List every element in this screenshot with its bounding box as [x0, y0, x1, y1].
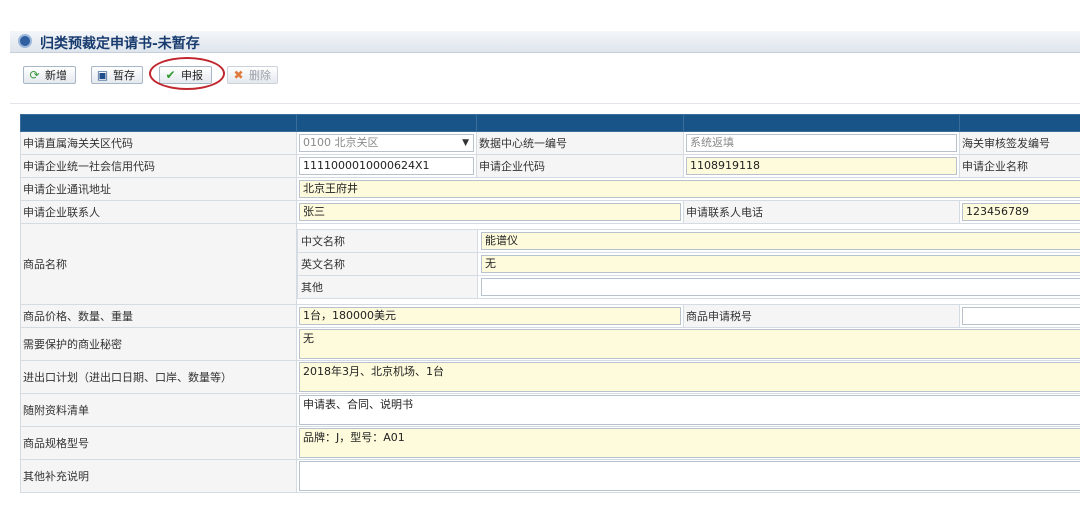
remarks-textarea[interactable]	[299, 461, 1080, 491]
window-titlebar: 归类预裁定申请书-未暂存	[10, 31, 1080, 53]
dropdown-arrow-icon: ▼	[462, 135, 469, 151]
form-row: 申请企业联系人 张三 申请联系人电话 123456789	[21, 201, 1080, 224]
refresh-icon: ⟳	[28, 69, 41, 81]
goods-en-field[interactable]: 无	[481, 255, 1080, 273]
form-header-row	[21, 115, 1080, 132]
attachments-label: 随附资料清单	[21, 394, 297, 427]
form-panel: 申请直属海关关区代码 0100 北京关区 ▼ 数据中心统一编号 系统返填 海关审…	[10, 103, 1080, 514]
model-textarea[interactable]: 品牌：J，型号：A01	[299, 428, 1080, 458]
secret-textarea[interactable]: 无	[299, 329, 1080, 359]
delete-button-label: 删除	[249, 69, 271, 82]
data-center-no-label: 数据中心统一编号	[477, 132, 684, 155]
goods-cn-label: 中文名称	[298, 230, 478, 253]
goods-other-label: 其他	[298, 276, 478, 299]
plan-textarea[interactable]: 2018年3月、北京机场、1台	[299, 362, 1080, 392]
floppy-disk-icon: ▣	[96, 69, 109, 81]
delete-button[interactable]: ✖ 删除	[227, 66, 278, 84]
data-center-no-field[interactable]: 系统返填	[686, 134, 957, 152]
model-label: 商品规格型号	[21, 427, 297, 460]
window-title: 归类预裁定申请书-未暂存	[40, 33, 200, 53]
application-form: 申请直属海关关区代码 0100 北京关区 ▼ 数据中心统一编号 系统返填 海关审…	[20, 114, 1080, 493]
attachments-textarea[interactable]: 申请表、合同、说明书	[299, 395, 1080, 425]
form-row: 商品价格、数量、重量 1台，180000美元 商品申请税号	[21, 305, 1080, 328]
credit-code-label: 申请企业统一社会信用代码	[21, 155, 297, 178]
customs-code-select[interactable]: 0100 北京关区 ▼	[299, 134, 474, 152]
form-row: 进出口计划（进出口日期、口岸、数量等） 2018年3月、北京机场、1台	[21, 361, 1080, 394]
phone-label: 申请联系人电话	[684, 201, 960, 224]
contact-label: 申请企业联系人	[21, 201, 297, 224]
form-row: 需要保护的商业秘密 无	[21, 328, 1080, 361]
form-row: 其他补充说明	[21, 460, 1080, 493]
enterprise-name-label: 申请企业名称	[960, 155, 1080, 178]
customs-code-value: 0100 北京关区	[303, 136, 379, 149]
enterprise-code-label: 申请企业代码	[477, 155, 684, 178]
new-button-label: 新增	[45, 69, 67, 82]
customs-code-label: 申请直属海关关区代码	[21, 132, 297, 155]
plan-label: 进出口计划（进出口日期、口岸、数量等）	[21, 361, 297, 394]
goods-en-label: 英文名称	[298, 253, 478, 276]
credit-code-field[interactable]: 1111000010000624X1	[299, 157, 474, 175]
enterprise-code-field[interactable]: 1108919118	[686, 157, 957, 175]
approval-no-label: 海关审核签发编号	[960, 132, 1080, 155]
address-label: 申请企业通讯地址	[21, 178, 297, 201]
form-row: 商品规格型号 品牌：J，型号：A01	[21, 427, 1080, 460]
save-button[interactable]: ▣ 暂存	[91, 66, 143, 84]
form-row: 随附资料清单 申请表、合同、说明书	[21, 394, 1080, 427]
new-button[interactable]: ⟳ 新增	[23, 66, 76, 84]
secret-label: 需要保护的商业秘密	[21, 328, 297, 361]
form-row: 商品名称 中文名称 能谱仪 英文名称 无 其他	[21, 224, 1080, 305]
remarks-label: 其他补充说明	[21, 460, 297, 493]
tariff-no-label: 商品申请税号	[684, 305, 960, 328]
goods-cn-field[interactable]: 能谱仪	[481, 232, 1080, 250]
contact-field[interactable]: 张三	[299, 203, 681, 221]
submit-highlight-circle	[149, 57, 225, 90]
window-circle-icon	[18, 34, 32, 48]
tariff-no-field[interactable]	[962, 307, 1080, 325]
toolbar: ⟳ 新增 ▣ 暂存 ✔ 申报 ✖ 删除	[10, 53, 1080, 101]
delete-x-icon: ✖	[232, 69, 245, 81]
price-label: 商品价格、数量、重量	[21, 305, 297, 328]
goods-other-field[interactable]	[481, 278, 1080, 296]
goods-name-subtable: 中文名称 能谱仪 英文名称 无 其他	[297, 229, 1080, 299]
goods-name-label: 商品名称	[21, 224, 297, 305]
form-row: 申请企业通讯地址 北京王府井	[21, 178, 1080, 201]
form-row: 申请企业统一社会信用代码 1111000010000624X1 申请企业代码 1…	[21, 155, 1080, 178]
form-row: 申请直属海关关区代码 0100 北京关区 ▼ 数据中心统一编号 系统返填 海关审…	[21, 132, 1080, 155]
price-field[interactable]: 1台，180000美元	[299, 307, 681, 325]
save-button-label: 暂存	[113, 69, 135, 82]
address-field[interactable]: 北京王府井	[299, 180, 1080, 198]
phone-field[interactable]: 123456789	[962, 203, 1080, 221]
